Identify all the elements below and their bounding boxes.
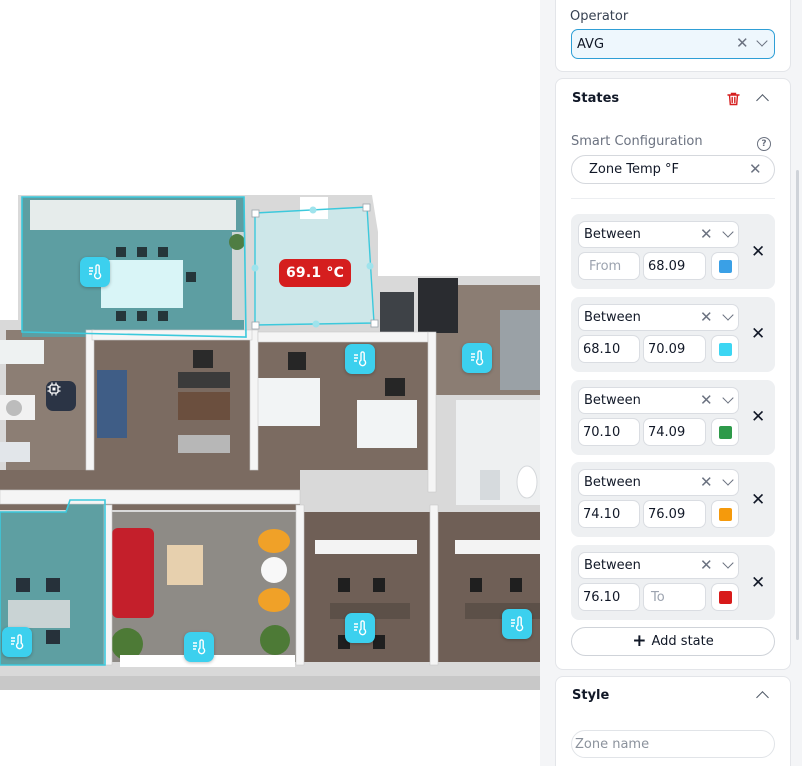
operator-label: Operator [570, 9, 629, 24]
state-from-input[interactable]: 68.10 [578, 335, 640, 363]
state-operator-select[interactable]: Between ✕ [578, 304, 739, 331]
state-operator-value: Between [584, 393, 641, 408]
state-from-input[interactable]: From [578, 252, 640, 280]
color-swatch [719, 508, 732, 521]
state-from-input[interactable]: 74.10 [578, 500, 640, 528]
remove-state-icon[interactable]: ✕ [751, 326, 765, 343]
state-color-picker[interactable] [711, 500, 739, 528]
chevron-down-icon[interactable] [722, 392, 734, 404]
color-swatch [719, 426, 732, 439]
remove-state-icon[interactable]: ✕ [751, 575, 765, 592]
thermometer-icon[interactable] [2, 627, 32, 657]
add-state-button[interactable]: + Add state [571, 627, 775, 656]
help-icon[interactable]: ? [757, 137, 771, 151]
state-operator-value: Between [584, 475, 641, 490]
state-row: Between ✕ From 68.09 [571, 214, 775, 289]
clear-icon[interactable]: ✕ [700, 393, 713, 408]
zone-name-input[interactable] [571, 730, 775, 758]
remove-state-icon[interactable]: ✕ [751, 492, 765, 509]
remove-state-icon[interactable]: ✕ [751, 409, 765, 426]
state-to-input[interactable]: 70.09 [643, 335, 706, 363]
clear-icon[interactable]: ✕ [700, 558, 713, 573]
clear-icon[interactable]: ✕ [700, 475, 713, 490]
state-from-input[interactable]: 70.10 [578, 418, 640, 446]
temperature-badge[interactable]: 69.1 °C [279, 259, 351, 287]
clear-icon[interactable]: ✕ [749, 162, 762, 177]
clear-icon[interactable]: ✕ [700, 227, 713, 242]
thermometer-icon[interactable] [462, 343, 492, 373]
floor-plan-illustration [0, 195, 540, 690]
state-to-input[interactable]: To [643, 583, 706, 611]
state-color-picker[interactable] [711, 583, 739, 611]
chip-icon[interactable] [46, 381, 76, 411]
chevron-down-icon[interactable] [722, 226, 734, 238]
state-to-input[interactable]: 74.09 [643, 418, 706, 446]
state-operator-value: Between [584, 310, 641, 325]
state-to-input[interactable]: 68.09 [643, 252, 706, 280]
state-operator-select[interactable]: Between ✕ [578, 552, 739, 579]
thermometer-icon[interactable] [184, 632, 214, 662]
state-operator-value: Between [584, 227, 641, 242]
state-row: Between ✕ 74.10 76.09 [571, 462, 775, 537]
app-root: 69.1 °C Operator AVG ✕ States Smart Conf… [0, 0, 802, 766]
smart-configuration-value: Zone Temp °F [589, 162, 679, 177]
state-color-picker[interactable] [711, 418, 739, 446]
state-operator-select[interactable]: Between ✕ [578, 387, 739, 414]
state-operator-value: Between [584, 558, 641, 573]
state-row: Between ✕ 70.10 74.09 [571, 380, 775, 455]
state-color-picker[interactable] [711, 252, 739, 280]
thermometer-icon[interactable] [80, 257, 110, 287]
chevron-down-icon[interactable] [722, 309, 734, 321]
add-state-label: Add state [651, 634, 714, 649]
state-operator-select[interactable]: Between ✕ [578, 469, 739, 496]
thermometer-icon[interactable] [345, 613, 375, 643]
clear-icon[interactable]: ✕ [700, 310, 713, 325]
color-swatch [719, 343, 732, 356]
operator-value: AVG [577, 37, 605, 52]
trash-icon[interactable] [727, 92, 740, 106]
panel-scrollbar[interactable] [796, 170, 799, 640]
states-title: States [572, 91, 620, 106]
smart-configuration-label: Smart Configuration [571, 134, 703, 149]
thermometer-icon[interactable] [345, 344, 375, 374]
state-from-input[interactable]: 76.10 [578, 583, 640, 611]
chevron-down-icon[interactable] [756, 35, 768, 47]
state-row: Between ✕ 68.10 70.09 [571, 297, 775, 372]
floor-plan-canvas[interactable]: 69.1 °C [0, 0, 540, 766]
style-title: Style [572, 688, 610, 703]
state-color-picker[interactable] [711, 335, 739, 363]
chevron-down-icon[interactable] [722, 474, 734, 486]
color-swatch [719, 260, 732, 273]
smart-configuration-select[interactable]: Zone Temp °F ✕ [571, 155, 775, 184]
clear-icon[interactable]: ✕ [736, 36, 749, 51]
state-row: Between ✕ 76.10 To [571, 545, 775, 620]
color-swatch [719, 591, 732, 604]
state-to-input[interactable]: 76.09 [643, 500, 706, 528]
thermometer-icon[interactable] [502, 609, 532, 639]
plus-icon: + [632, 631, 647, 651]
remove-state-icon[interactable]: ✕ [751, 244, 765, 261]
chevron-down-icon[interactable] [722, 557, 734, 569]
operator-select[interactable]: AVG ✕ [571, 29, 775, 59]
state-operator-select[interactable]: Between ✕ [578, 221, 739, 248]
divider [571, 198, 775, 199]
